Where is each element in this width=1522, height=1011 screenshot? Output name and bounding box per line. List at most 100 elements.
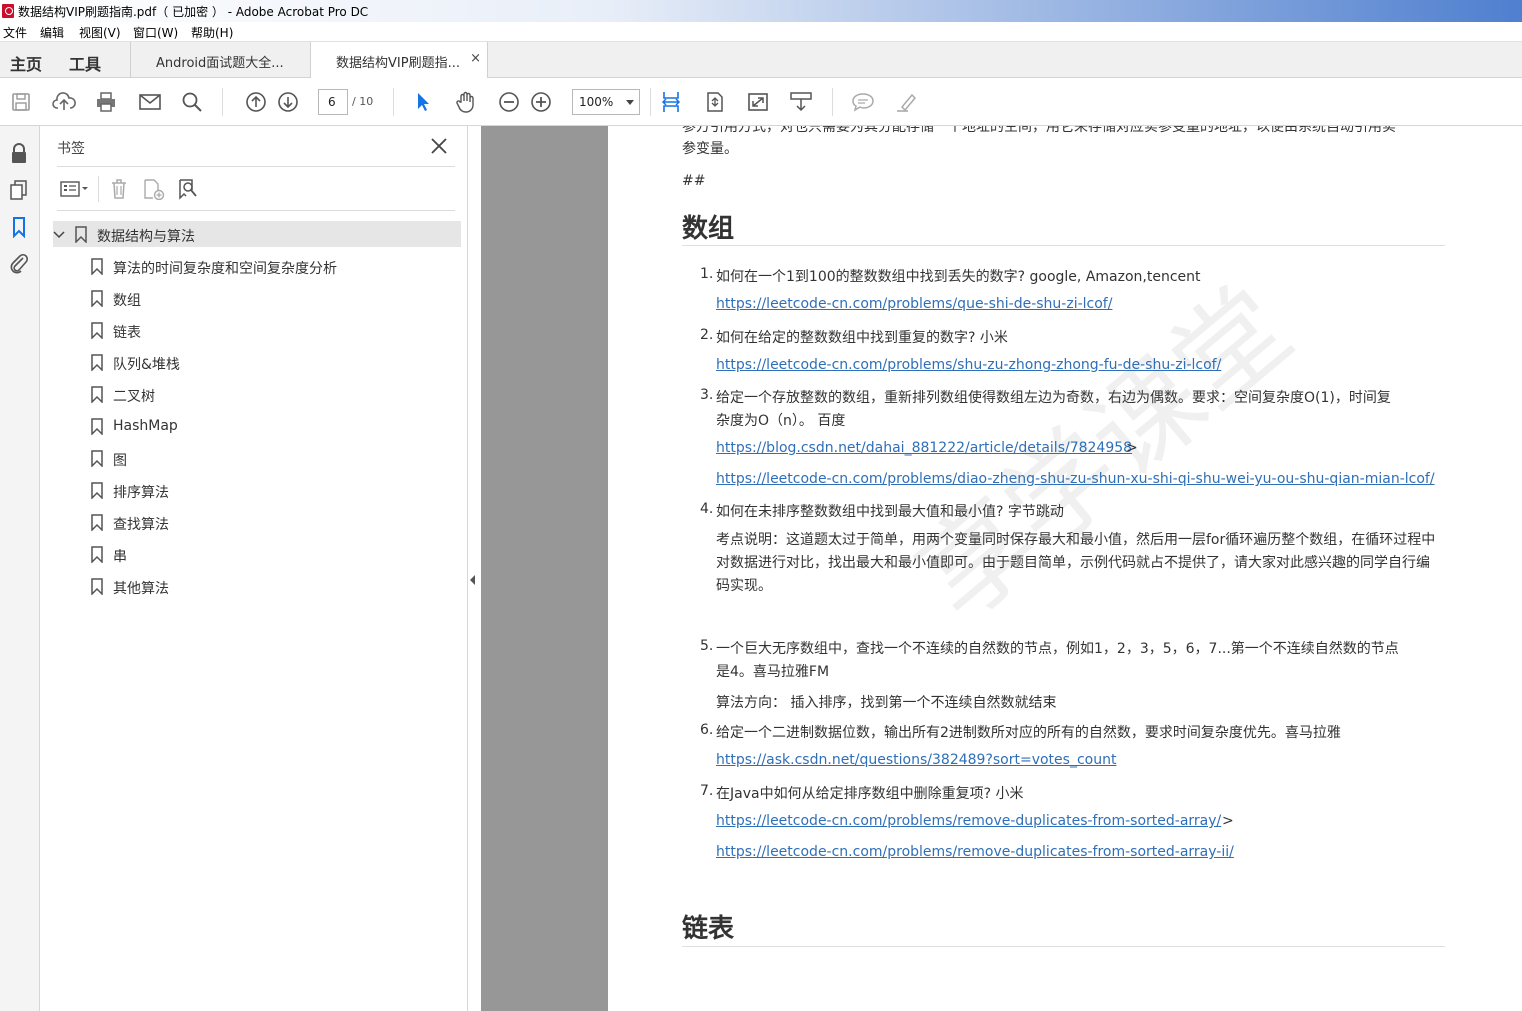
bookmark-root[interactable]: 数据结构与算法 (53, 221, 461, 247)
bookmark-label: 排序算法 (113, 485, 169, 501)
bookmarks-panel: 书签 数据结构与算法 算法的时间复杂度和空间复杂度分析 数组 链表 队列&堆栈 二叉树 H… (41, 126, 468, 1011)
lock-icon[interactable] (8, 142, 30, 164)
tab-bar: 主页 工具 Android面试题大全... 数据结构VIP刷题指... × (0, 42, 1522, 79)
collapse-panel-icon[interactable] (470, 575, 475, 585)
toolbar-separator (650, 88, 651, 116)
explanation-paragraph: 算法方向： 插入排序，找到第一个不连续自然数就结束 (716, 695, 1057, 711)
zoom-in-icon[interactable] (529, 90, 553, 114)
tab-close-icon[interactable]: × (470, 51, 481, 66)
divider (57, 166, 455, 167)
document-viewport[interactable]: 享学课堂 参方引用方式，对也只需要为其分配存储一个地址的空间，用它来存储对应实参… (481, 126, 1522, 1011)
close-icon[interactable] (429, 136, 449, 156)
bookmark-item[interactable]: 队列&堆栈 (53, 349, 461, 375)
bookmark-label: 查找算法 (113, 517, 169, 533)
bookmark-icon (75, 226, 87, 246)
bookmark-icon (91, 290, 103, 310)
fit-width-icon[interactable] (659, 90, 683, 114)
bookmark-options-icon[interactable] (59, 176, 91, 202)
page-number-input[interactable]: 6 (318, 89, 348, 115)
comment-icon[interactable] (851, 90, 875, 114)
reference-link[interactable]: https://leetcode-cn.com/problems/remove-… (716, 844, 1234, 860)
attachment-icon[interactable] (8, 252, 30, 274)
tab-tools[interactable]: 工具 (69, 51, 101, 75)
menu-file[interactable]: 文件 (3, 24, 27, 41)
chevron-down-icon[interactable] (53, 229, 65, 243)
reference-link[interactable]: https://leetcode-cn.com/problems/que-shi… (716, 296, 1112, 312)
bookmark-item[interactable]: 算法的时间复杂度和空间复杂度分析 (53, 253, 461, 279)
list-item-text: 在Java中如何从给定排序数组中删除重复项? 小米 (716, 786, 1024, 802)
bookmark-item[interactable]: 其他算法 (53, 573, 461, 599)
hand-icon[interactable] (454, 90, 478, 114)
tab-home[interactable]: 主页 (10, 51, 42, 75)
search-icon[interactable] (180, 90, 204, 114)
bookmark-item[interactable]: 排序算法 (53, 477, 461, 503)
bookmark-icon (91, 354, 103, 374)
bookmark-item[interactable]: HashMap (53, 413, 461, 439)
find-bookmark-icon[interactable] (175, 176, 201, 202)
menu-window[interactable]: 窗口(W) (133, 24, 178, 41)
bookmark-item[interactable]: 数组 (53, 285, 461, 311)
print-icon[interactable] (94, 90, 118, 114)
save-icon[interactable] (9, 90, 33, 114)
menu-view[interactable]: 视图(V) (79, 24, 121, 41)
reference-link[interactable]: https://leetcode-cn.com/problems/diao-zh… (716, 471, 1435, 487)
list-number: 6. (700, 722, 714, 738)
divider (57, 210, 455, 211)
list-number: 3. (700, 387, 714, 403)
upload-icon[interactable] (52, 90, 76, 114)
bookmark-label: 其他算法 (113, 581, 169, 597)
zoom-select[interactable]: 100% (572, 89, 640, 115)
list-number: 5. (700, 638, 714, 654)
bookmark-item[interactable]: 图 (53, 445, 461, 471)
bookmark-icon (91, 546, 103, 566)
list-number: 2. (700, 327, 714, 343)
bookmark-label: HashMap (113, 418, 178, 434)
reference-link[interactable]: https://blog.csdn.net/dahai_881222/artic… (716, 440, 1132, 456)
bookmark-icon (91, 258, 103, 278)
read-mode-icon[interactable] (789, 90, 813, 114)
bookmark-item[interactable]: 链表 (53, 317, 461, 343)
fullscreen-icon[interactable] (746, 90, 770, 114)
bookmark-label: 二叉树 (113, 389, 155, 405)
fit-page-icon[interactable] (703, 90, 727, 114)
tab-android-doc[interactable]: Android面试题大全... (130, 42, 310, 78)
bookmark-panel-icon[interactable] (8, 216, 30, 238)
pdf-page: 享学课堂 参方引用方式，对也只需要为其分配存储一个地址的空间，用它来存储对应实参… (608, 126, 1522, 1011)
page-text-line: 参变量。 (682, 141, 738, 157)
list-number: 4. (700, 501, 714, 517)
list-item-text: 如何在未排序整数数组中找到最大值和最小值? 字节跳动 (716, 504, 1064, 520)
title-bar: 数据结构VIP刷题指南.pdf（ 已加密 ） - Adobe Acrobat P… (0, 0, 1522, 22)
new-bookmark-icon[interactable] (141, 176, 167, 202)
bookmark-item[interactable]: 查找算法 (53, 509, 461, 535)
heading-rule (682, 245, 1445, 246)
zoom-out-icon[interactable] (497, 90, 521, 114)
select-cursor-icon[interactable] (411, 90, 435, 114)
pages-icon[interactable] (8, 179, 30, 201)
menu-help[interactable]: 帮助(H) (191, 24, 233, 41)
bookmark-label: 算法的时间复杂度和空间复杂度分析 (113, 261, 337, 277)
email-icon[interactable] (138, 90, 162, 114)
reference-link[interactable]: https://leetcode-cn.com/problems/remove-… (716, 813, 1221, 829)
window-title: 数据结构VIP刷题指南.pdf（ 已加密 ） - Adobe Acrobat P… (18, 5, 369, 19)
highlight-icon[interactable] (894, 90, 918, 114)
bookmark-item[interactable]: 串 (53, 541, 461, 567)
tab-active-doc[interactable]: 数据结构VIP刷题指... × (310, 42, 488, 79)
bookmark-label: 图 (113, 453, 127, 469)
list-item-text: 杂度为O（n）。 百度 (716, 413, 846, 429)
bookmark-item[interactable]: 二叉树 (53, 381, 461, 407)
section-heading: 链表 (682, 914, 735, 944)
reference-link[interactable]: https://ask.csdn.net/questions/382489?so… (716, 752, 1116, 768)
bookmark-icon (91, 418, 103, 438)
toolbar: 6 / 10 100% (0, 78, 1522, 126)
next-page-icon[interactable] (276, 90, 300, 114)
bookmark-label: 队列&堆栈 (113, 357, 180, 373)
zoom-value: 100% (579, 95, 614, 109)
delete-icon[interactable] (106, 176, 132, 202)
link-suffix: > (1222, 813, 1234, 829)
chevron-down-icon (626, 100, 634, 105)
menu-edit[interactable]: 编辑 (40, 24, 64, 41)
link-suffix: > (1126, 440, 1138, 456)
bookmark-icon (91, 322, 103, 342)
prev-page-icon[interactable] (244, 90, 268, 114)
reference-link[interactable]: https://leetcode-cn.com/problems/shu-zu-… (716, 357, 1221, 373)
